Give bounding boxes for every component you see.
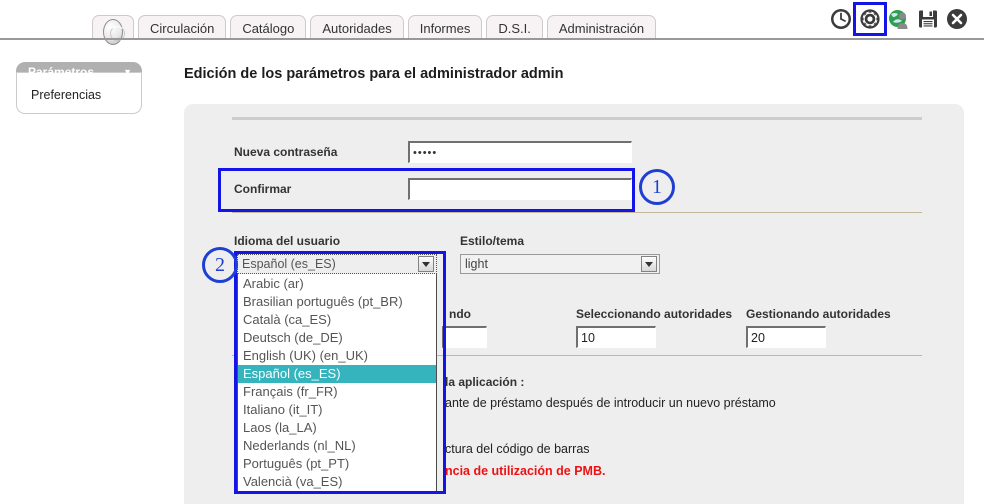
top-divider (0, 38, 984, 40)
annotation-label: 1 (652, 176, 662, 199)
tab-autoridades[interactable]: Autoridades (310, 15, 403, 40)
sidebar-item-label: Preferencias (31, 88, 101, 102)
close-icon[interactable] (944, 6, 970, 32)
tab-circulacion[interactable]: Circulación (138, 15, 226, 40)
hidden-counter-label: ndo (449, 307, 471, 321)
select-authorities-label: Seleccionando autoridades (576, 307, 732, 321)
annotation-box-language-select (234, 251, 446, 494)
tab-label: Autoridades (322, 22, 391, 35)
option-line-3-warning: ncia de utilización de PMB. (445, 464, 605, 478)
user-globe-icon[interactable] (886, 6, 912, 32)
chevron-down-icon[interactable] (641, 256, 657, 272)
clock-icon[interactable] (828, 6, 854, 32)
select-authorities-value: 10 (581, 331, 595, 345)
tab-home[interactable] (92, 15, 134, 40)
language-label: Idioma del usuario (234, 234, 340, 248)
tab-administracion[interactable]: Administración (547, 15, 656, 40)
theme-label: Estilo/tema (460, 234, 524, 248)
new-password-label: Nueva contraseña (234, 145, 337, 159)
tab-bar: Circulación Catálogo Autoridades Informe… (92, 14, 660, 40)
tab-catalogo[interactable]: Catálogo (230, 15, 306, 40)
annotation-box-confirm-password (218, 168, 635, 212)
home-logo-icon (103, 19, 123, 45)
annotation-number-1: 1 (639, 169, 675, 205)
theme-select[interactable]: light (460, 254, 660, 274)
annotation-number-2: 2 (202, 247, 238, 283)
sidebar: Parámetros ▼ Preferencias (16, 62, 142, 114)
manage-authorities-label: Gestionando autoridades (746, 307, 891, 321)
page-title: Edición de los parámetros para el admini… (184, 66, 564, 82)
new-password-input[interactable]: ••••• (408, 141, 632, 163)
gear-icon[interactable] (857, 6, 883, 32)
theme-selected-value: light (465, 257, 488, 271)
options-heading: la aplicación : (445, 375, 524, 389)
chevron-down-icon: ▼ (123, 67, 132, 77)
option-line-2: ctura del código de barras (445, 442, 590, 456)
new-password-value: ••••• (413, 147, 437, 159)
tab-label: D.S.I. (498, 22, 531, 35)
top-bar: Circulación Catálogo Autoridades Informe… (0, 0, 984, 40)
app-window: Circulación Catálogo Autoridades Informe… (0, 0, 984, 504)
option-line-1: ante de préstamo después de introducir u… (445, 396, 776, 410)
tab-dsi[interactable]: D.S.I. (486, 15, 543, 40)
manage-authorities-value: 20 (751, 331, 765, 345)
toolbar-icons (828, 6, 970, 32)
tab-label: Administración (559, 22, 644, 35)
tab-informes[interactable]: Informes (408, 15, 483, 40)
tab-label: Informes (420, 22, 471, 35)
manage-authorities-input[interactable]: 20 (746, 326, 826, 348)
annotation-label: 2 (215, 254, 225, 277)
tab-label: Catálogo (242, 22, 294, 35)
sidebar-section-label: Parámetros (28, 65, 94, 79)
hidden-counter-input[interactable] (442, 326, 487, 348)
panel-divider-top (232, 117, 922, 120)
save-icon[interactable] (915, 6, 941, 32)
sidebar-item-preferencias[interactable]: Preferencias (31, 87, 141, 103)
panel-divider-1 (232, 212, 922, 213)
select-authorities-input[interactable]: 10 (576, 326, 656, 348)
tab-label: Circulación (150, 22, 214, 35)
